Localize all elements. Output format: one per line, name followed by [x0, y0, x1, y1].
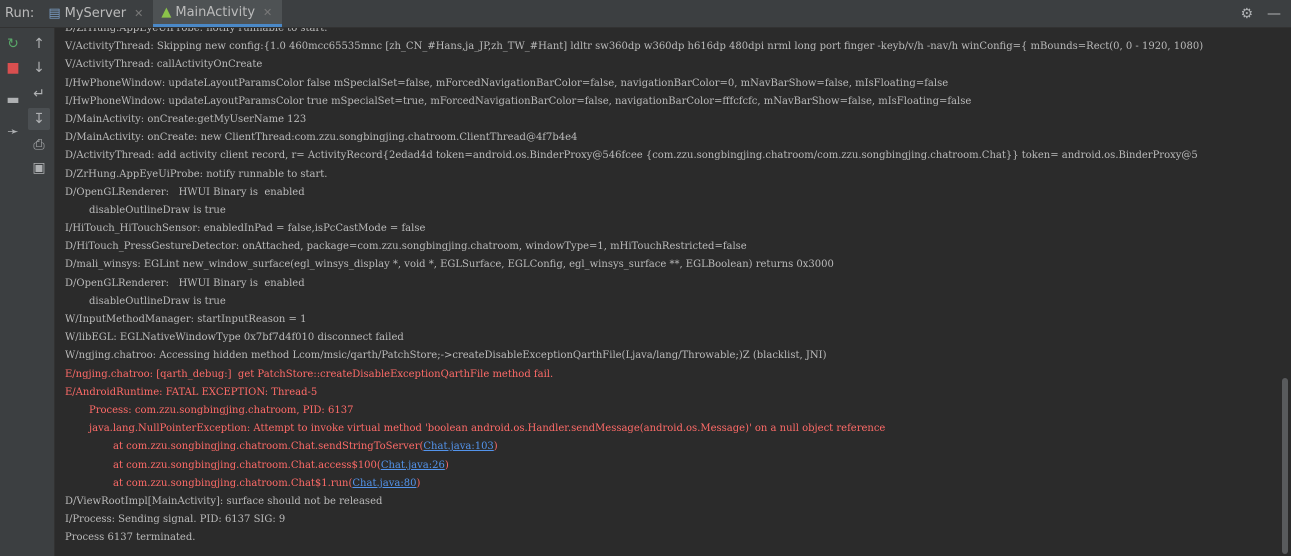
console-line: I/HwPhoneWindow: updateLayoutParamsColor…: [65, 93, 1203, 111]
source-link[interactable]: Chat.java:26: [381, 460, 445, 471]
down-arrow-icon[interactable]: ↓: [28, 57, 50, 79]
console-line-text: V/ActivityThread: callActivityOnCreate: [65, 59, 263, 71]
scroll-to-end-icon[interactable]: ↧: [28, 108, 50, 130]
console-line-text: Process: com.zzu.songbingjing.chatroom, …: [89, 404, 354, 416]
console-line: E/ngjing.chatroo: [qarth_debug:] get Pat…: [65, 366, 1203, 384]
console-line-text: Process 6137 terminated.: [65, 532, 196, 544]
console-lines: D/ZrHung.AppEyeUiProbe: notify runnable …: [65, 28, 1203, 547]
console-line: D/ZrHung.AppEyeUiProbe: notify runnable …: [65, 166, 1203, 184]
console-line: D/MainActivity: onCreate:getMyUserName 1…: [65, 111, 1203, 129]
console-output[interactable]: D/ZrHung.AppEyeUiProbe: notify runnable …: [55, 28, 1277, 556]
console-line-text: I/HiTouch_HiTouchSensor: enabledInPad = …: [65, 223, 426, 235]
up-arrow-icon[interactable]: ↑: [28, 33, 50, 55]
run-config-icon: ▤: [48, 6, 61, 21]
console-line: at com.zzu.songbingjing.chatroom.Chat.ac…: [65, 457, 1203, 475]
minimize-icon[interactable]: —: [1267, 6, 1281, 22]
vertical-scrollbar[interactable]: [1278, 28, 1291, 556]
console-line: I/HiTouch_HiTouchSensor: enabledInPad = …: [65, 220, 1203, 238]
run-label: Run:: [5, 6, 35, 21]
console-line-text: disableOutlineDraw is true: [89, 204, 226, 216]
console-line: W/libEGL: EGLNativeWindowType 0x7bf7d4f0…: [65, 329, 1203, 347]
console-line: D/OpenGLRenderer: HWUI Binary is enabled: [65, 184, 1203, 202]
console-line-text: W/InputMethodManager: startInputReason =…: [65, 314, 307, 325]
tab-label: MyServer: [64, 6, 127, 21]
tab-mainactivity[interactable]: ▲ MainActivity ✕: [153, 0, 283, 27]
console-line-text: W/ngjing.chatroo: Accessing hidden metho…: [65, 350, 827, 362]
console-line: java.lang.NullPointerException: Attempt …: [65, 420, 1203, 438]
console-line-text: D/mali_winsys: EGLint new_window_surface…: [65, 259, 834, 271]
source-link[interactable]: Chat.java:103: [423, 441, 493, 452]
console-line: disableOutlineDraw is true: [65, 293, 1203, 311]
run-toolwindow-header: Run: ▤ MyServer ✕ ▲ MainActivity ✕ ⚙ —: [0, 0, 1291, 28]
console-line-text: E/AndroidRuntime: FATAL EXCEPTION: Threa…: [65, 386, 318, 398]
console-line: at com.zzu.songbingjing.chatroom.Chat$1.…: [65, 475, 1203, 493]
source-link[interactable]: Chat.java:80: [352, 478, 416, 489]
close-icon[interactable]: ✕: [263, 6, 272, 19]
console-line-text: I/Process: Sending signal. PID: 6137 SIG…: [65, 514, 286, 526]
console-line: D/ViewRootImpl[MainActivity]: surface sh…: [65, 493, 1203, 511]
console-line: D/MainActivity: onCreate: new ClientThre…: [65, 129, 1203, 147]
console-line: E/AndroidRuntime: FATAL EXCEPTION: Threa…: [65, 384, 1203, 402]
console-line: V/ActivityThread: Skipping new config:{1…: [65, 38, 1203, 56]
android-icon: ▲: [161, 4, 172, 20]
console-line-text: V/ActivityThread: Skipping new config:{1…: [65, 41, 1204, 53]
console-line: Process 6137 terminated.: [65, 529, 1203, 547]
console-line-text: D/ActivityThread: add activity client re…: [65, 150, 1198, 162]
console-line-text: E/ngjing.chatroo: [qarth_debug:] get Pat…: [65, 368, 554, 380]
console-line-text: W/libEGL: EGLNativeWindowType 0x7bf7d4f0…: [65, 332, 404, 344]
console-line-text: D/MainActivity: onCreate:getMyUserName 1…: [65, 113, 307, 125]
console-line: W/InputMethodManager: startInputReason =…: [65, 311, 1203, 329]
console-line-text: I/HwPhoneWindow: updateLayoutParamsColor…: [65, 77, 949, 89]
run-toolbar: ↻ ■ ▬ ➛ ↑ ↓ ↵ ↧ ⎙ ▣: [0, 28, 55, 556]
console-line: Process: com.zzu.songbingjing.chatroom, …: [65, 402, 1203, 420]
console-line: D/ZrHung.AppEyeUiProbe: notify runnable …: [65, 28, 1203, 38]
pin-icon[interactable]: ➛: [2, 121, 24, 143]
tab-myserver[interactable]: ▤ MyServer ✕: [40, 0, 153, 27]
console-line-suffix: ): [493, 441, 498, 453]
trash-icon[interactable]: ▣: [28, 157, 50, 179]
console-line: D/ActivityThread: add activity client re…: [65, 147, 1203, 165]
console-line-text: at com.zzu.songbingjing.chatroom.Chat.se…: [113, 441, 424, 453]
gear-icon[interactable]: ⚙: [1240, 6, 1253, 22]
tab-label: MainActivity: [175, 4, 256, 20]
console-line: disableOutlineDraw is true: [65, 202, 1203, 220]
console-line-text: D/HiTouch_PressGestureDetector: onAttach…: [65, 241, 747, 253]
console-line-text: D/OpenGLRenderer: HWUI Binary is enabled: [65, 186, 305, 198]
console-line-text: D/ViewRootImpl[MainActivity]: surface sh…: [65, 495, 383, 507]
console-line-text: java.lang.NullPointerException: Attempt …: [89, 423, 886, 435]
soft-wrap-icon[interactable]: ↵: [28, 83, 50, 105]
console-line: I/Process: Sending signal. PID: 6137 SIG…: [65, 511, 1203, 529]
scrollbar-thumb[interactable]: [1282, 378, 1288, 554]
console-line-text: D/ZrHung.AppEyeUiProbe: notify runnable …: [65, 28, 328, 34]
console-line: at com.zzu.songbingjing.chatroom.Chat.se…: [65, 438, 1203, 456]
console-line-text: at com.zzu.songbingjing.chatroom.Chat.ac…: [113, 459, 381, 471]
layout-icon[interactable]: ▬: [2, 89, 24, 111]
console-line: W/ngjing.chatroo: Accessing hidden metho…: [65, 347, 1203, 365]
rerun-icon[interactable]: ↻: [2, 33, 24, 55]
console-line-suffix: ): [416, 477, 421, 489]
console-line-text: D/ZrHung.AppEyeUiProbe: notify runnable …: [65, 168, 328, 180]
console-line-text: I/HwPhoneWindow: updateLayoutParamsColor…: [65, 95, 972, 107]
console-line-text: disableOutlineDraw is true: [89, 295, 226, 307]
console-line-text: at com.zzu.songbingjing.chatroom.Chat$1.…: [113, 477, 353, 489]
close-icon[interactable]: ✕: [134, 7, 143, 20]
console-line: I/HwPhoneWindow: updateLayoutParamsColor…: [65, 75, 1203, 93]
console-line-text: D/OpenGLRenderer: HWUI Binary is enabled: [65, 277, 305, 289]
console-line: D/mali_winsys: EGLint new_window_surface…: [65, 256, 1203, 274]
console-line-suffix: ): [444, 459, 449, 471]
console-line: D/OpenGLRenderer: HWUI Binary is enabled: [65, 275, 1203, 293]
console-line: V/ActivityThread: callActivityOnCreate: [65, 56, 1203, 74]
console-line: D/HiTouch_PressGestureDetector: onAttach…: [65, 238, 1203, 256]
stop-icon[interactable]: ■: [2, 57, 24, 79]
console-line-text: D/MainActivity: onCreate: new ClientThre…: [65, 132, 578, 144]
print-icon[interactable]: ⎙: [28, 134, 50, 156]
